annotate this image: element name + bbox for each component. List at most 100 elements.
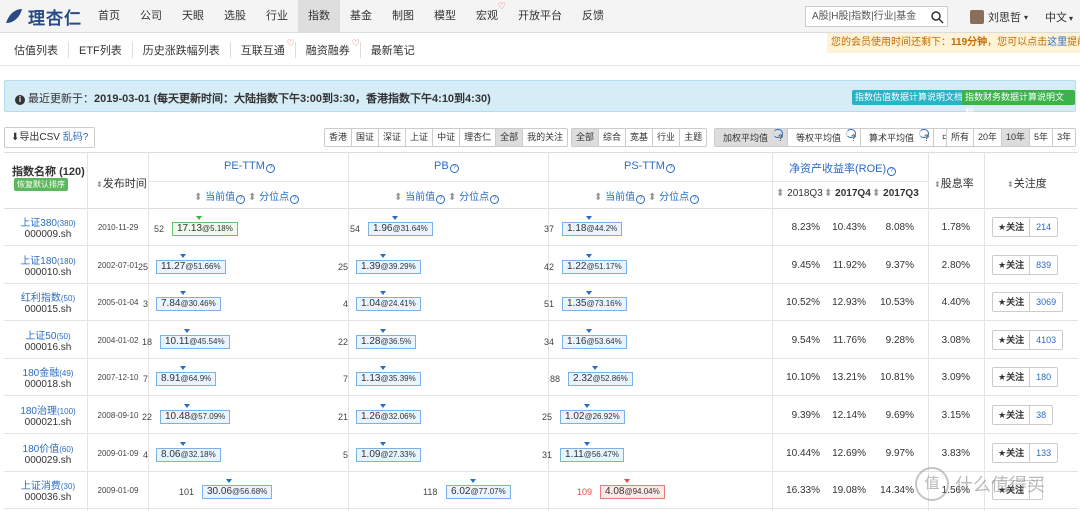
nav-feedback[interactable]: 反馈 — [572, 0, 614, 33]
pe-value-box[interactable]: 7.84@30.46% — [156, 297, 221, 312]
ps-value-box[interactable]: 1.18@44.2% — [562, 222, 623, 236]
index-name-link[interactable]: 180治理(100) — [12, 402, 84, 417]
market-guozheng[interactable]: 国证 — [351, 129, 378, 146]
weight-arith[interactable]: 算术平均值? — [860, 129, 933, 146]
export-csv-button[interactable]: ⬇导出CSV 乱码? — [4, 127, 96, 148]
pb-value-box[interactable]: 1.09@27.33% — [356, 447, 421, 462]
pb-value-box[interactable]: 1.39@39.29% — [356, 259, 421, 274]
member-link[interactable]: 这里 — [1047, 37, 1067, 48]
follow-button[interactable]: ★关注 180 — [992, 367, 1059, 388]
pe-subheader[interactable]: ⬍ 当前值? ⬍ 分位点? — [194, 188, 300, 204]
pb-header[interactable]: PB? — [434, 160, 459, 173]
index-name-link[interactable]: 上证180(180) — [12, 252, 84, 267]
ps-value-box[interactable]: 2.32@52.86% — [568, 372, 633, 387]
pe-value-box[interactable]: 10.11@45.54% — [160, 334, 230, 349]
pb-value-box[interactable]: 1.26@32.06% — [356, 410, 421, 424]
roe-q3-header[interactable]: ⬍ 2017Q3 — [872, 188, 919, 199]
logo[interactable]: 理杏仁 — [4, 4, 82, 29]
search-icon[interactable] — [930, 10, 944, 24]
index-name-link[interactable]: 红利指数(50) — [12, 289, 84, 304]
follow-button[interactable]: ★关注 4103 — [992, 329, 1064, 350]
market-hk[interactable]: 香港 — [325, 129, 351, 146]
subnav-connect[interactable]: 互联互通 ♡ — [229, 38, 295, 58]
help-icon[interactable]: ? — [919, 129, 929, 143]
period-20y[interactable]: 20年 — [973, 129, 1001, 146]
index-name-link[interactable]: 180金融(49) — [12, 364, 84, 379]
nav-screener[interactable]: 选股 — [214, 0, 256, 33]
pb-value-box[interactable]: 6.02@77.07% — [446, 485, 511, 500]
dividend-header[interactable]: ⬍股息率 — [934, 175, 974, 191]
period-5y[interactable]: 5年 — [1029, 129, 1052, 146]
pe-value-box[interactable]: 8.91@64.9% — [156, 372, 217, 387]
follow-button[interactable]: ★关注 133 — [992, 442, 1059, 463]
pb-value-box[interactable]: 1.28@36.5% — [356, 334, 417, 349]
help-icon[interactable]: ? — [887, 167, 897, 176]
pe-value-box[interactable]: 11.27@51.66% — [156, 259, 226, 274]
category-broad[interactable]: 宽基 — [625, 129, 652, 146]
language-select[interactable]: 中文 ▾ — [1045, 9, 1073, 25]
pb-value-box[interactable]: 1.13@35.39% — [356, 372, 421, 387]
index-name-link[interactable]: 上证380(380) — [12, 214, 84, 229]
subnav-valuation-list[interactable]: 估值列表 — [4, 42, 68, 58]
subnav-margin[interactable]: 融资融券 ♡ — [294, 38, 360, 58]
subnav-latest-notes[interactable]: 最新笔记 — [359, 42, 425, 58]
attention-header[interactable]: ⬍关注度 — [1007, 175, 1047, 191]
roe-q2-header[interactable]: ⬍ 2017Q4 — [824, 188, 871, 199]
ps-subheader[interactable]: ⬍ 当前值? ⬍ 分位点? — [594, 188, 700, 204]
period-3y[interactable]: 3年 — [1052, 129, 1075, 146]
nav-open-platform[interactable]: 开放平台 — [508, 0, 572, 33]
nav-chart[interactable]: 制图 — [382, 0, 424, 33]
pb-value-box[interactable]: 1.04@24.41% — [356, 297, 421, 312]
pe-value-box[interactable]: 8.06@32.18% — [156, 447, 221, 462]
market-shenzheng[interactable]: 深证 — [378, 129, 405, 146]
market-zhongzheng[interactable]: 中证 — [432, 129, 459, 146]
roe-q1-header[interactable]: ⬍ 2018Q3 — [776, 188, 823, 199]
follow-button[interactable]: ★关注 3069 — [992, 292, 1064, 313]
ps-header[interactable]: PS-TTM? — [624, 160, 675, 173]
pe-value-box[interactable]: 17.13@5.18% — [172, 222, 238, 236]
pe-value-box[interactable]: 10.48@57.09% — [160, 410, 231, 424]
ps-value-box[interactable]: 1.02@26.92% — [560, 410, 625, 424]
period-10y[interactable]: 10年 — [1001, 129, 1030, 146]
nav-tianyan[interactable]: 天眼 — [172, 0, 214, 33]
category-theme[interactable]: 主题 — [679, 129, 706, 146]
nav-macro-wrap[interactable]: 宏观 ♡ — [466, 0, 508, 33]
ps-value-box[interactable]: 1.16@53.64% — [562, 334, 627, 349]
date-header[interactable]: ⬍发布时间 — [96, 175, 147, 191]
user-menu[interactable]: 刘思哲 ▾ — [970, 9, 1028, 25]
financial-doc-button[interactable]: 指数财务数据计算说明文档 — [962, 90, 1075, 117]
garbled-help-link[interactable]: 乱码? — [63, 132, 89, 143]
period-all[interactable]: 所有 — [947, 129, 973, 146]
subnav-etf-list[interactable]: ETF列表 — [68, 42, 132, 58]
follow-button[interactable]: ★关注 214 — [992, 217, 1059, 237]
weight-equal[interactable]: 等权平均值? — [787, 129, 860, 146]
market-all[interactable]: 全部 — [495, 129, 523, 146]
nav-fund[interactable]: 基金 — [340, 0, 382, 33]
help-icon[interactable]: ? — [773, 129, 783, 143]
weight-cap[interactable]: 加权平均值? — [715, 129, 788, 146]
pb-value-box[interactable]: 1.96@31.64% — [368, 222, 433, 236]
category-composite[interactable]: 综合 — [598, 129, 625, 146]
nav-model[interactable]: 模型 — [424, 0, 466, 33]
index-name-link[interactable]: 上证50(50) — [12, 327, 84, 342]
help-icon[interactable]: ? — [265, 164, 275, 173]
valuation-doc-button[interactable]: 指数估值数据计算说明文档 — [852, 90, 967, 105]
ps-value-box[interactable]: 1.11@56.47% — [560, 447, 624, 462]
ps-value-box[interactable]: 1.35@73.16% — [562, 297, 627, 312]
nav-company[interactable]: 公司 — [130, 0, 172, 33]
nav-industry[interactable]: 行业 — [256, 0, 298, 33]
search-input[interactable]: A股|H股|指数|行业|基金 — [805, 6, 948, 27]
ps-value-box[interactable]: 4.08@94.04% — [600, 485, 665, 500]
subnav-history-list[interactable]: 历史涨跌幅列表 — [131, 42, 230, 58]
market-my-follow[interactable]: 我的关注 — [522, 129, 567, 146]
follow-button[interactable]: ★关注 38 — [992, 405, 1054, 425]
ps-value-box[interactable]: 1.22@51.17% — [562, 259, 627, 274]
pe-value-box[interactable]: 30.06@56.68% — [202, 485, 273, 500]
follow-button[interactable]: ★关注 839 — [992, 254, 1059, 275]
index-name-link[interactable]: 180价值(60) — [12, 440, 84, 455]
market-lixinger[interactable]: 理杏仁 — [459, 129, 495, 146]
index-name-link[interactable]: 上证消费(30) — [12, 477, 84, 492]
nav-index[interactable]: 指数 — [298, 0, 340, 33]
nav-home[interactable]: 首页 — [88, 0, 130, 33]
category-all[interactable]: 全部 — [572, 129, 599, 146]
